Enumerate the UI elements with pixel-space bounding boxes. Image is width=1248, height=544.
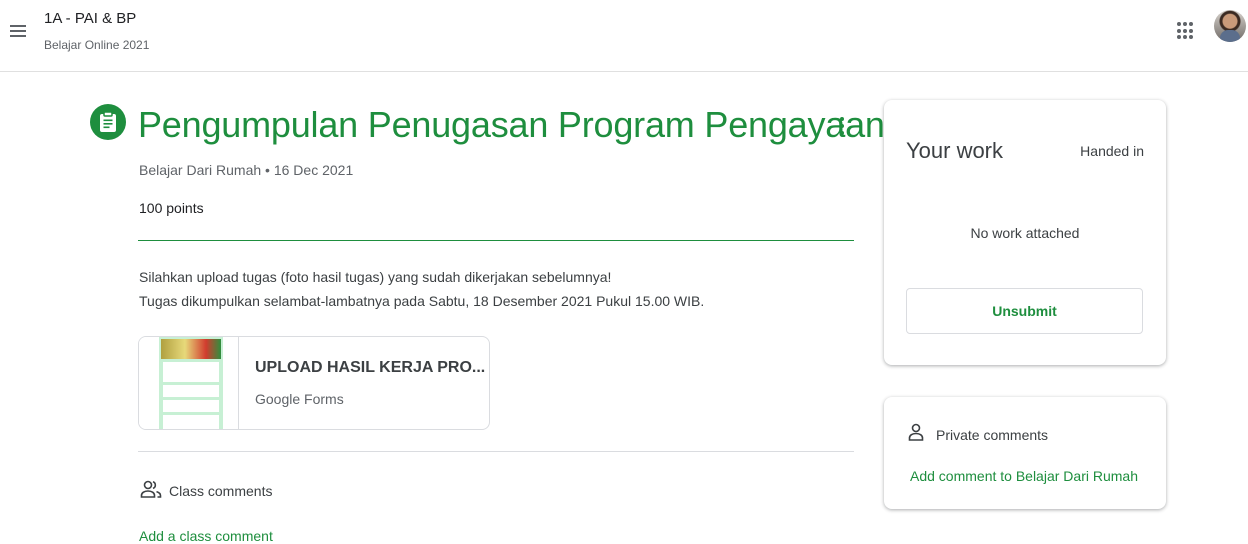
attachment-thumbnail [139,337,239,429]
your-work-card: Your work Handed in No work attached Uns… [884,100,1166,365]
assignment-description: Silahkan upload tugas (foto hasil tugas)… [139,265,704,313]
no-work-text: No work attached [970,225,1080,241]
attachment-title: UPLOAD HASIL KERJA PRO... [255,359,486,376]
assignment-points: 100 points [139,200,204,216]
avatar[interactable] [1214,10,1246,42]
class-section: Belajar Online 2021 [44,38,150,52]
title-divider [138,240,854,241]
assignment-meta: Belajar Dari Rumah • 16 Dec 2021 [139,162,354,178]
add-private-comment-link[interactable]: Add comment to Belajar Dari Rumah [910,468,1138,484]
private-comments-label: Private comments [936,427,1049,443]
class-comments-icon [140,479,162,501]
description-line: Tugas dikumpulkan selambat-lambatnya pad… [139,293,705,309]
private-comments-card: Private comments Add comment to Belajar … [884,397,1166,509]
top-bar: 1A - PAI & BP Belajar Online 2021 [0,0,1248,72]
menu-icon[interactable] [8,22,28,42]
apps-grid-icon[interactable] [1177,22,1195,40]
class-comments-label: Class comments [169,483,273,499]
your-work-title: Your work [906,138,1004,163]
description-line: Silahkan upload tugas (foto hasil tugas)… [139,269,612,285]
more-vert-icon[interactable] [836,115,848,139]
status-badge: Handed in [1080,143,1144,159]
attachment-card[interactable]: UPLOAD HASIL KERJA PRO... Google Forms [138,336,490,430]
class-title[interactable]: 1A - PAI & BP [44,10,136,27]
assignment-icon [90,104,126,140]
comments-divider [138,451,854,452]
unsubmit-button[interactable]: Unsubmit [906,288,1143,334]
assignment-title: Pengumpulan Penugasan Program Pengayaan [138,104,885,145]
attachment-type: Google Forms [255,391,344,407]
person-icon [908,423,924,441]
